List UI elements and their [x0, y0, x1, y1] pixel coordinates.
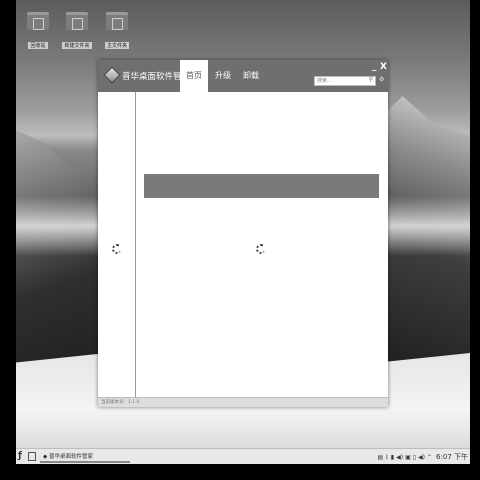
- network-icon[interactable]: ▣: [405, 454, 411, 461]
- taskbar-task-software-manager[interactable]: ◆ 普华桌面软件管家: [40, 451, 130, 463]
- volume-icon[interactable]: ◀): [396, 454, 403, 461]
- software-manager-window: 普华桌面软件管家 首页 升级 卸载 _ X 搜索... ⚲ ⚙ 当前版本号：1.…: [98, 60, 388, 407]
- minimize-button[interactable]: _: [372, 61, 377, 73]
- close-button[interactable]: X: [380, 61, 387, 73]
- version-status-text: 当前版本号：1.1.6: [101, 400, 140, 405]
- system-tray: ▤ ᛒ ▮ ◀) ▣ ▯ ◀) ⌃ 6:07 下午: [378, 451, 469, 463]
- window-statusbar: 当前版本号：1.1.6: [98, 397, 388, 407]
- settings-icon[interactable]: ⚙: [379, 76, 384, 83]
- display-icon[interactable]: ▯: [413, 454, 416, 461]
- clock[interactable]: 6:07 下午: [436, 452, 468, 462]
- bluetooth-icon[interactable]: ᛒ: [385, 454, 389, 461]
- app-logo-icon: ◆: [43, 454, 48, 460]
- main-content-area: [137, 92, 388, 397]
- desktop-icon-home-folder[interactable]: 主文件夹: [95, 12, 139, 50]
- clipboard-icon[interactable]: ▤: [378, 454, 384, 461]
- taskbar-task-title: 普华桌面软件管家: [48, 454, 93, 460]
- volume-icon[interactable]: ◀): [418, 454, 425, 461]
- content-loading-spinner-icon: [256, 244, 266, 254]
- desktop-icon-label: 回收站: [28, 42, 48, 49]
- desktop-icon-label: 新建文件夹: [62, 42, 92, 49]
- desktop-icon-new-folder[interactable]: 新建文件夹: [55, 12, 99, 50]
- taskbar: ƒ ◆ 普华桌面软件管家 ▤ ᛒ ▮ ◀) ▣ ▯ ◀) ⌃ 6:07 下午: [16, 448, 470, 464]
- start-menu-icon[interactable]: ƒ: [18, 451, 27, 462]
- desktop-icon-label: 主文件夹: [104, 42, 129, 49]
- tab-home[interactable]: 首页: [180, 60, 208, 92]
- tab-uninstall[interactable]: 卸载: [238, 60, 264, 92]
- show-desktop-icon[interactable]: [28, 452, 36, 461]
- search-input[interactable]: 搜索... ⚲: [314, 76, 376, 86]
- trash-icon: [27, 12, 49, 30]
- folder-icon: [66, 12, 88, 30]
- search-placeholder: 搜索...: [317, 78, 332, 84]
- window-titlebar[interactable]: 普华桌面软件管家 首页 升级 卸载 _ X 搜索... ⚲ ⚙: [98, 60, 388, 92]
- battery-icon[interactable]: ▮: [391, 454, 394, 461]
- home-folder-icon: [106, 12, 128, 30]
- tab-upgrade[interactable]: 升级: [210, 60, 236, 92]
- search-icon[interactable]: ⚲: [369, 76, 373, 84]
- desktop-icon-trash[interactable]: 回收站: [16, 12, 60, 50]
- arrow-up-icon[interactable]: ⌃: [427, 454, 432, 461]
- banner-placeholder: [144, 174, 379, 198]
- category-sidebar: [98, 92, 136, 397]
- sidebar-loading-spinner-icon: [112, 244, 122, 254]
- app-logo-icon: [103, 66, 121, 84]
